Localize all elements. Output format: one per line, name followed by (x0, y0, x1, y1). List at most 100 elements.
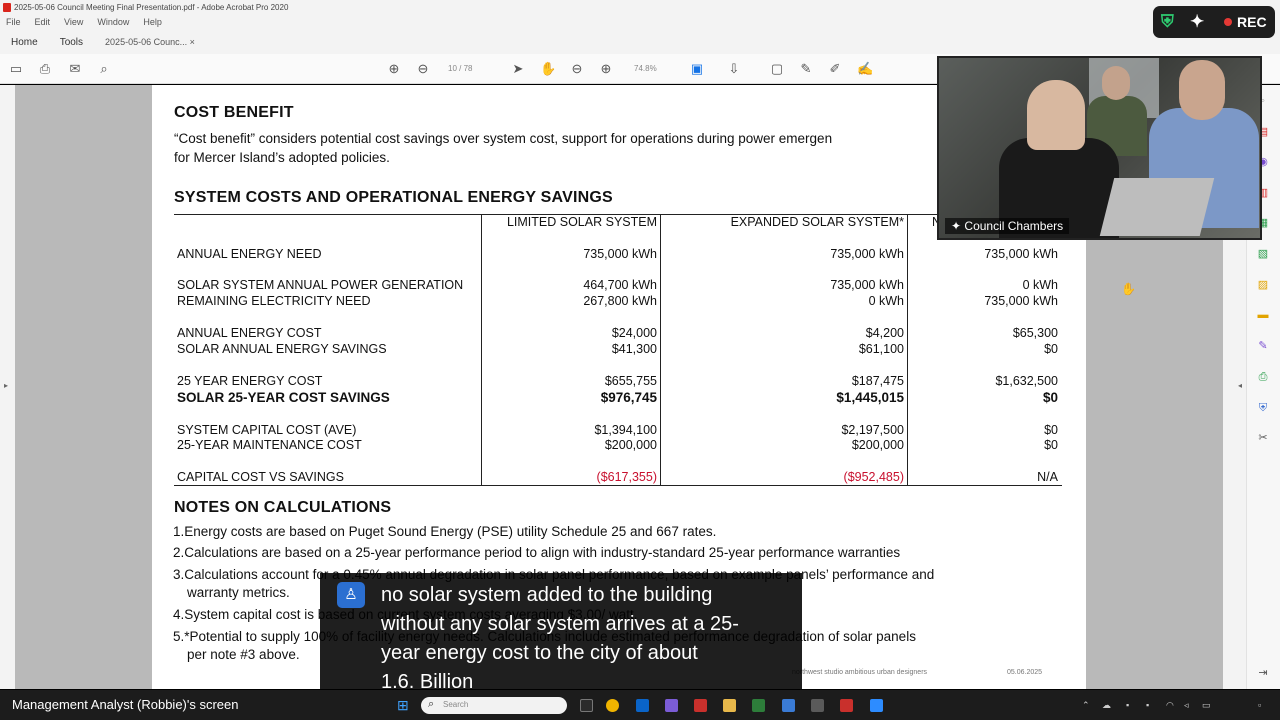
comment-icon[interactable]: ▢ (769, 61, 785, 77)
windows-start-icon[interactable]: ⊞ (397, 698, 411, 712)
collapse-left-panel-icon[interactable]: ▸ (4, 381, 8, 390)
hand-tool-icon[interactable]: ✋ (540, 61, 556, 77)
rec-label: REC (1237, 14, 1267, 30)
app-icon[interactable] (782, 699, 795, 712)
teams-icon[interactable] (665, 699, 678, 712)
acrobat-active-icon[interactable] (840, 699, 853, 712)
menu-window[interactable]: Window (97, 17, 129, 29)
cell-expanded: 735,000 kWh (830, 278, 904, 292)
tray-app-icon[interactable]: ▪ (1126, 700, 1129, 710)
footer-firm: northwest studio ambitious urban designe… (792, 669, 928, 676)
app-icon[interactable] (811, 699, 824, 712)
acrobat-taskbar-icon[interactable] (694, 699, 707, 712)
comment-tool-icon[interactable]: ▬ (1256, 308, 1270, 322)
captions-speaker-icon: ♙ (337, 582, 365, 608)
table-row: REMAINING ELECTRICITY NEED 267,800 kWh 0… (174, 294, 1062, 310)
shield-icon: ⛨ (1161, 12, 1174, 31)
caption-line: without any solar system arrives at a 25… (381, 613, 739, 635)
combine-files-icon[interactable]: ▧ (1256, 247, 1270, 261)
cell-limited: 735,000 kWh (583, 247, 657, 261)
menu-edit[interactable]: Edit (35, 17, 51, 29)
footer-date: 05.06.2025 (1007, 669, 1043, 676)
file-explorer-icon[interactable] (723, 699, 736, 712)
cell-none: $0 (1044, 438, 1058, 452)
taskbar-search[interactable]: ⌕ Search (421, 697, 567, 714)
tab-home[interactable]: Home (0, 37, 49, 48)
table-row: SOLAR 25-YEAR COST SAVINGS $976,745 $1,4… (174, 390, 1062, 406)
scroll-mode-icon[interactable]: ⇩ (726, 61, 742, 77)
cell-none: $0 (1044, 342, 1058, 356)
save-icon[interactable]: ▭ (8, 61, 24, 77)
title-bar: 2025-05-06 Council Meeting Final Present… (0, 0, 1280, 16)
zoom-level[interactable]: 74.8% (634, 64, 657, 73)
more-tools-icon[interactable]: ✂ (1256, 431, 1270, 445)
battery-icon[interactable]: ▭ (1202, 700, 1211, 711)
tray-app-icon[interactable]: ▪ (1146, 700, 1149, 710)
page-down-icon[interactable]: ⊖ (415, 61, 431, 77)
print-production-icon[interactable]: ⎙ (1256, 370, 1270, 384)
tray-onedrive-icon[interactable]: ☁ (1102, 700, 1111, 711)
table-row: SYSTEM CAPITAL COST (AVE) $1,394,100 $2,… (174, 423, 1062, 439)
table-row: 25 YEAR ENERGY COST $655,755 $187,475 $1… (174, 374, 1062, 390)
video-feed[interactable]: ✦ Council Chambers (937, 56, 1262, 240)
fill-sign-icon[interactable]: ▨ (1256, 278, 1270, 292)
protect-icon[interactable]: ⛨ (1256, 401, 1270, 415)
print-icon[interactable]: ⎙ (37, 61, 53, 77)
cell-limited: $976,745 (600, 390, 657, 405)
row-label: 25 YEAR ENERGY COST (177, 374, 323, 388)
person-head (1027, 80, 1085, 150)
cell-expanded: ($952,485) (843, 470, 904, 484)
outlook-icon[interactable] (636, 699, 649, 712)
menu-view[interactable]: View (64, 17, 83, 29)
column-header-limited: LIMITED SOLAR SYSTEM (506, 215, 657, 229)
caption-line: year energy cost to the city of about (381, 642, 698, 664)
menu-help[interactable]: Help (143, 17, 162, 29)
page-fit-icon[interactable]: ▣ (689, 61, 705, 77)
row-label: ANNUAL ENERGY NEED (177, 247, 322, 261)
email-icon[interactable]: ✉ (67, 61, 83, 77)
highlight-icon[interactable]: ✐ (827, 61, 843, 77)
request-signature-icon[interactable]: ✎ (1256, 339, 1270, 353)
row-label: SOLAR ANNUAL ENERGY SAVINGS (177, 342, 387, 356)
notification-icon[interactable]: ▫ (1258, 700, 1261, 710)
menu-file[interactable]: File (6, 17, 21, 29)
recording-badge[interactable]: ⛨ ✦ REC (1153, 6, 1275, 38)
chrome-icon[interactable] (606, 699, 619, 712)
task-view-icon[interactable] (580, 699, 593, 712)
page-up-icon[interactable]: ⊕ (386, 61, 402, 77)
pen-icon[interactable]: ✎ (798, 61, 814, 77)
system-costs-heading: SYSTEM COSTS AND OPERATIONAL ENERGY SAVI… (174, 189, 613, 206)
zoom-app-icon[interactable] (870, 699, 883, 712)
sign-icon[interactable]: ✍ (857, 61, 873, 77)
zoom-out-icon[interactable]: ⊖ (569, 61, 585, 77)
note-item: 2.Calculations are based on a 25-year pe… (173, 545, 901, 560)
cell-expanded: $187,475 (851, 374, 904, 388)
tab-document[interactable]: 2025-05-06 Counc... × (94, 37, 206, 47)
cell-limited: 464,700 kWh (583, 278, 657, 292)
cell-limited: $655,755 (604, 374, 657, 388)
excel-icon[interactable] (752, 699, 765, 712)
window-title: 2025-05-06 Council Meeting Final Present… (14, 3, 289, 12)
table-row: CAPITAL COST VS SAVINGS ($617,355) ($952… (174, 470, 1062, 486)
volume-icon[interactable]: ◃ (1184, 700, 1189, 711)
caption-line: no solar system added to the building (381, 584, 713, 606)
ai-sparkle-icon[interactable]: ✦ (1190, 12, 1210, 32)
tray-chevron-icon[interactable]: ⌃ (1082, 700, 1090, 711)
expand-pane-icon[interactable]: ⇥ (1256, 666, 1270, 680)
cell-none: N/A (1037, 470, 1058, 484)
select-cursor-icon[interactable]: ➤ (510, 61, 526, 77)
tab-tools[interactable]: Tools (49, 37, 94, 48)
collapse-right-panel-icon[interactable]: ◂ (1238, 381, 1242, 390)
cell-none: $0 (1044, 423, 1058, 437)
search-icon[interactable]: ⌕ (96, 61, 112, 77)
zoom-in-icon[interactable]: ⊕ (598, 61, 614, 77)
cell-expanded: $1,445,015 (836, 390, 904, 405)
wifi-icon[interactable]: ◠ (1166, 700, 1174, 711)
page-indicator[interactable]: 10 / 78 (448, 64, 472, 73)
cell-expanded: 735,000 kWh (830, 247, 904, 261)
cell-expanded: 0 kWh (868, 294, 904, 308)
cell-none: $65,300 (1012, 326, 1058, 340)
table-row: ANNUAL ENERGY NEED 735,000 kWh 735,000 k… (174, 247, 1062, 263)
hand-cursor-icon: ✋ (1121, 282, 1136, 296)
cell-limited: $41,300 (611, 342, 657, 356)
